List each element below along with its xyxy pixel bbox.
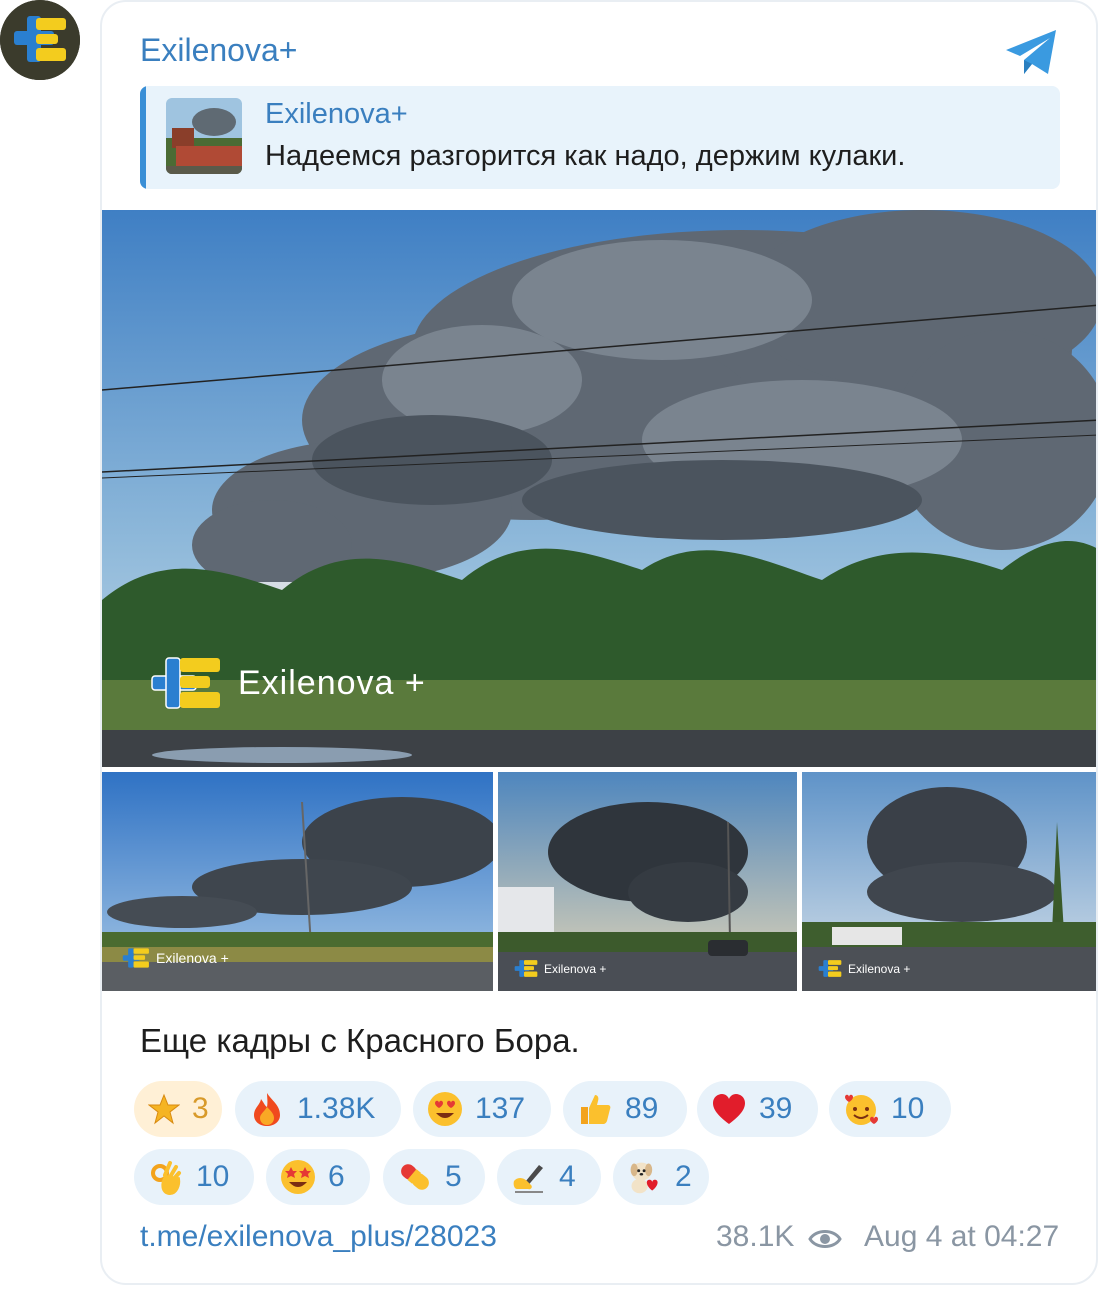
photo-watermark: Exilenova + (818, 958, 910, 979)
reaction-writing-hand[interactable]: 4 (497, 1149, 601, 1205)
exilenova-logo-icon (0, 0, 80, 80)
ok-hand-icon (148, 1159, 184, 1195)
reaction-fire[interactable]: 1.38K (235, 1081, 401, 1137)
reaction-star-struck[interactable]: 6 (266, 1149, 370, 1205)
message-caption: Еще кадры с Красного Бора. (140, 1022, 580, 1059)
reaction-count: 4 (559, 1160, 576, 1193)
quote-thumbnail (166, 98, 242, 174)
reaction-count: 89 (625, 1092, 659, 1125)
reaction-heart-eyes[interactable]: 137 (413, 1081, 551, 1137)
eye-icon (808, 1230, 842, 1248)
red-heart-icon (711, 1091, 747, 1127)
watermark-text: Exilenova + (848, 961, 911, 976)
reaction-count: 2 (675, 1160, 692, 1193)
reaction-count: 10 (891, 1092, 925, 1125)
quote-text: Надеемся разгорится как надо, держим кул… (265, 140, 906, 172)
photo-watermark: Exilenova + (514, 958, 606, 979)
reaction-count: 39 (759, 1092, 793, 1125)
watermark-text: Exilenova + (544, 961, 607, 976)
reaction-thumbs-up[interactable]: 89 (563, 1081, 687, 1137)
reaction-count: 137 (475, 1092, 526, 1125)
quote-bar (140, 86, 146, 189)
post-link[interactable]: t.me/exilenova_plus/28023 (140, 1220, 497, 1254)
puppy-heart-icon (627, 1159, 663, 1195)
photo-thumb-3[interactable]: Exilenova + (802, 772, 1096, 991)
smiling-hearts-icon (843, 1091, 879, 1127)
fire-icon (249, 1091, 285, 1127)
exilenova-logo-icon (514, 960, 538, 977)
post-timestamp: Aug 4 at 04:27 (864, 1220, 1060, 1253)
reaction-count: 10 (196, 1160, 230, 1193)
quote-author: Exilenova+ (265, 98, 408, 130)
reaction-red-heart[interactable]: 39 (697, 1081, 818, 1137)
view-count: 38.1K (716, 1220, 795, 1253)
photo-watermark: Exilenova + (122, 946, 229, 970)
exilenova-logo-icon (122, 948, 149, 968)
reaction-smiling-hearts[interactable]: 10 (829, 1081, 951, 1137)
watermark-text: Exilenova + (238, 663, 426, 702)
photo-thumb-2[interactable]: Exilenova + (498, 772, 797, 991)
reaction-star[interactable]: 3 (134, 1081, 222, 1137)
reaction-pill[interactable]: 5 (383, 1149, 485, 1205)
photo-watermark: Exilenova + (150, 652, 426, 714)
star-icon (148, 1091, 180, 1127)
channel-name[interactable]: Exilenova+ (140, 32, 297, 69)
writing-hand-icon (511, 1159, 547, 1195)
photo-thumb-1[interactable]: Exilenova + (102, 772, 493, 991)
pill-icon (397, 1159, 433, 1195)
telegram-icon[interactable] (1004, 28, 1060, 78)
exilenova-logo-icon (818, 960, 842, 977)
photo-main[interactable]: Exilenova + (102, 210, 1096, 767)
message-card: Exilenova+ Exilenova+ Надеемся разгоритс… (100, 0, 1098, 1285)
reaction-ok-hand[interactable]: 10 (134, 1149, 254, 1205)
star-struck-icon (280, 1159, 316, 1195)
watermark-text: Exilenova + (156, 950, 229, 966)
forwarded-quote[interactable]: Exilenova+ Надеемся разгорится как надо,… (140, 86, 1060, 189)
reaction-puppy-heart[interactable]: 2 (613, 1149, 709, 1205)
reaction-count: 3 (192, 1092, 209, 1125)
exilenova-logo-icon (151, 657, 220, 709)
heart-eyes-icon (427, 1091, 463, 1127)
thumbs-up-icon (577, 1091, 613, 1127)
reaction-count: 5 (445, 1160, 462, 1193)
channel-avatar[interactable] (0, 0, 80, 80)
reaction-count: 6 (328, 1160, 345, 1193)
reaction-count: 1.38K (297, 1092, 376, 1125)
